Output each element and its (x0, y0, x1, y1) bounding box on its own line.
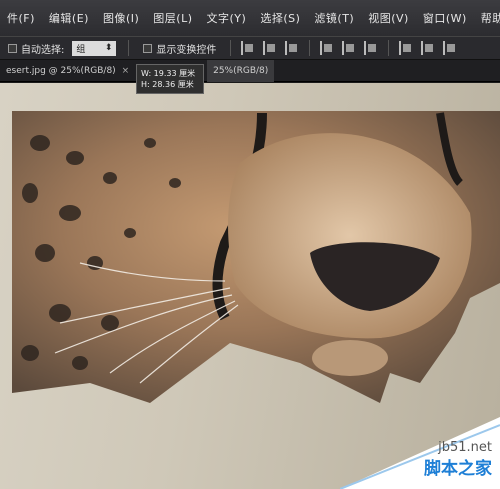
distribute-top-icon[interactable] (399, 41, 413, 55)
align-bottom-icon[interactable] (285, 41, 299, 55)
distribute-bottom-icon[interactable] (443, 41, 457, 55)
menu-view[interactable]: 视图(V) (361, 10, 416, 26)
auto-select-label: 自动选择: (21, 44, 65, 56)
chevron-down-icon: ⬍ (104, 43, 113, 53)
tab-document-1[interactable]: esert.jpg @ 25%(RGB/8) × (0, 66, 135, 76)
menu-bar: 件(F) 编辑(E) 图像(I) 图层(L) 文字(Y) 选择(S) 滤镜(T)… (0, 0, 500, 36)
watermark-name: 脚本之家 (424, 459, 492, 479)
divider (388, 40, 390, 56)
options-bar: 自动选择: 组 ⬍ 显示变换控件 (0, 36, 500, 60)
align-right-icon[interactable] (364, 41, 378, 55)
document-tab-bar: esert.jpg @ 25%(RGB/8) × 25%(RGB/8) (0, 59, 500, 82)
close-icon[interactable]: × (122, 66, 130, 76)
tab-document-1-label: esert.jpg @ 25%(RGB/8) (6, 65, 116, 76)
align-top-icon[interactable] (241, 41, 255, 55)
menu-image[interactable]: 图像(I) (96, 10, 146, 26)
menu-file[interactable]: 件(F) (0, 10, 42, 26)
menu-edit[interactable]: 编辑(E) (42, 10, 96, 26)
tab-document-2[interactable]: 25%(RGB/8) (207, 59, 275, 82)
menu-window[interactable]: 窗口(W) (416, 10, 474, 26)
transform-size-tooltip: W: 19.33 厘米 H: 28.36 厘米 (136, 64, 204, 94)
tooltip-height: H: 28.36 厘米 (141, 80, 194, 89)
auto-select-checkbox[interactable] (8, 43, 17, 53)
menu-help[interactable]: 帮助(H) (474, 10, 500, 26)
watermark: jb51.net 脚本之家 (339, 417, 500, 489)
watermark-site: jb51.net (438, 440, 492, 455)
align-hcenter-icon[interactable] (342, 41, 356, 55)
show-transform-checkbox[interactable] (143, 43, 153, 53)
divider (230, 40, 232, 56)
show-transform-label: 显示变换控件 (156, 44, 217, 56)
distribute-vcenter-icon[interactable] (421, 41, 435, 55)
menu-select[interactable]: 选择(S) (253, 10, 307, 26)
menu-type[interactable]: 文字(Y) (200, 10, 254, 26)
align-left-icon[interactable] (320, 41, 334, 55)
auto-select-value: 组 (76, 44, 86, 55)
tab-document-2-label: 25%(RGB/8) (213, 65, 269, 76)
align-vcenter-icon[interactable] (263, 41, 277, 55)
tooltip-width: W: 19.33 厘米 (141, 69, 196, 78)
menu-filter[interactable]: 滤镜(T) (307, 10, 361, 26)
divider (128, 40, 130, 56)
canvas-area[interactable]: jb51.net 脚本之家 (0, 83, 500, 489)
auto-select-dropdown[interactable]: 组 ⬍ (72, 40, 117, 56)
divider (309, 40, 311, 56)
chin (312, 340, 388, 376)
menu-layer[interactable]: 图层(L) (146, 10, 199, 26)
